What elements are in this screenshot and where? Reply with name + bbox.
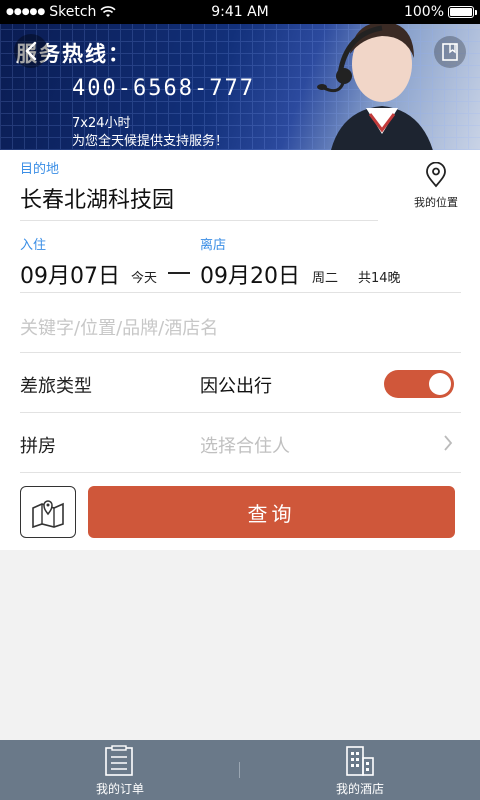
chevron-right-icon[interactable] <box>442 433 454 453</box>
trip-type-label: 差旅类型 <box>20 376 92 397</box>
checkout-label: 离店 <box>200 238 227 253</box>
destination-field[interactable]: 长春北湖科技园 <box>20 182 174 214</box>
battery-percent: 100% <box>403 4 444 20</box>
building-icon <box>346 746 374 776</box>
trip-type-toggle[interactable] <box>384 370 454 398</box>
clipboard-icon <box>105 745 133 776</box>
hotel-search-form: 目的地 长春北湖科技园 我的位置 入住 离店 09月07日 今天 09月20日 … <box>0 150 480 550</box>
tab-my-hotels[interactable]: 我的酒店 <box>280 740 440 800</box>
tab-label: 我的酒店 <box>335 782 384 796</box>
roommate-select[interactable]: 选择合住人 <box>200 432 290 458</box>
service-hours: 7x24小时 <box>72 116 131 131</box>
support-text: 为您全天候提供支持服务！ <box>72 134 229 149</box>
tab-divider <box>239 762 240 778</box>
battery-icon <box>448 6 477 18</box>
hotline-number: 400-6568-777 <box>72 76 255 101</box>
back-button[interactable] <box>14 34 48 68</box>
tab-label: 我的订单 <box>95 782 144 796</box>
divider <box>20 292 461 293</box>
checkin-label: 入住 <box>20 238 47 253</box>
search-button[interactable]: 查询 <box>88 486 455 538</box>
destination-label: 目的地 <box>20 162 60 177</box>
bookmark-button[interactable] <box>434 36 466 68</box>
checkout-date[interactable]: 09月20日 <box>200 258 300 290</box>
keyword-search-input[interactable]: 关键字/位置/品牌/酒店名 <box>20 314 218 340</box>
date-separator <box>168 272 190 274</box>
divider <box>20 412 461 413</box>
my-location-label: 我的位置 <box>414 196 458 209</box>
trip-type-value: 因公出行 <box>200 376 272 397</box>
bookmark-icon <box>442 43 458 61</box>
status-bar: ●●●●● Sketch 9:41 AM 100% <box>0 0 480 24</box>
checkin-date[interactable]: 09月07日 <box>20 258 120 290</box>
nights-count: 共14晚 <box>358 271 401 286</box>
map-icon <box>32 500 64 528</box>
bottom-tab-bar: 我的订单 我的酒店 <box>0 740 480 800</box>
customer-service-agent-image <box>317 24 433 150</box>
map-button[interactable] <box>20 486 76 538</box>
roommate-label: 拼房 <box>20 436 56 457</box>
divider <box>20 472 461 473</box>
divider <box>20 352 461 353</box>
my-location-button[interactable]: 我的位置 <box>404 161 468 210</box>
chevron-left-icon <box>25 41 37 61</box>
status-right: 100% <box>403 4 477 20</box>
divider <box>20 220 378 221</box>
location-pin-icon <box>426 161 446 188</box>
tab-my-orders[interactable]: 我的订单 <box>40 740 200 800</box>
hotline-banner: 服务热线： 400-6568-777 7x24小时 为您全天候提供支持服务！ <box>0 24 480 150</box>
checkin-day: 今天 <box>131 271 158 286</box>
checkout-day: 周二 <box>312 271 339 286</box>
